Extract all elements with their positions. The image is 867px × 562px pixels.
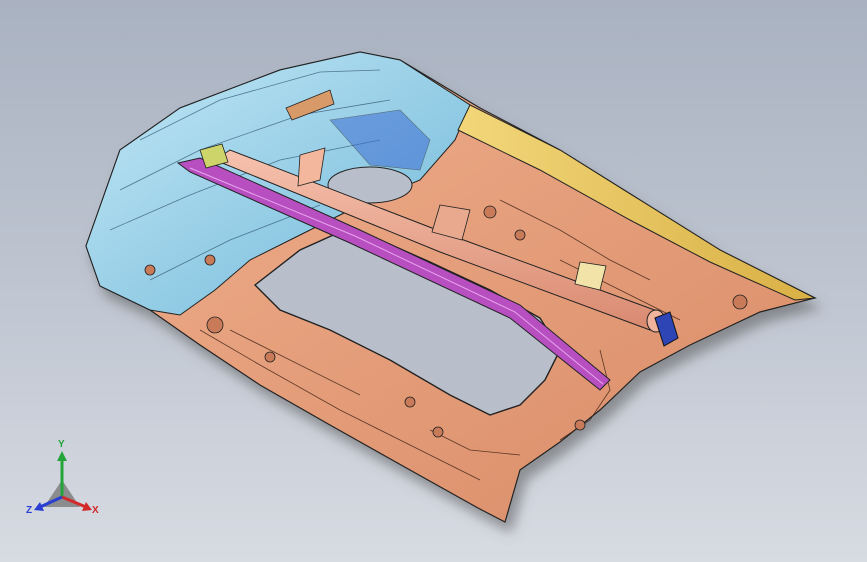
coordinate-triad: Y X Z — [22, 439, 112, 535]
z-axis-label: Z — [26, 505, 33, 516]
3d-model-view[interactable] — [0, 0, 867, 562]
graphics-viewport[interactable]: Y X Z — [0, 0, 867, 562]
y-axis-label: Y — [58, 439, 65, 450]
triad-graphic — [34, 451, 92, 511]
x-axis-label: X — [92, 505, 99, 516]
